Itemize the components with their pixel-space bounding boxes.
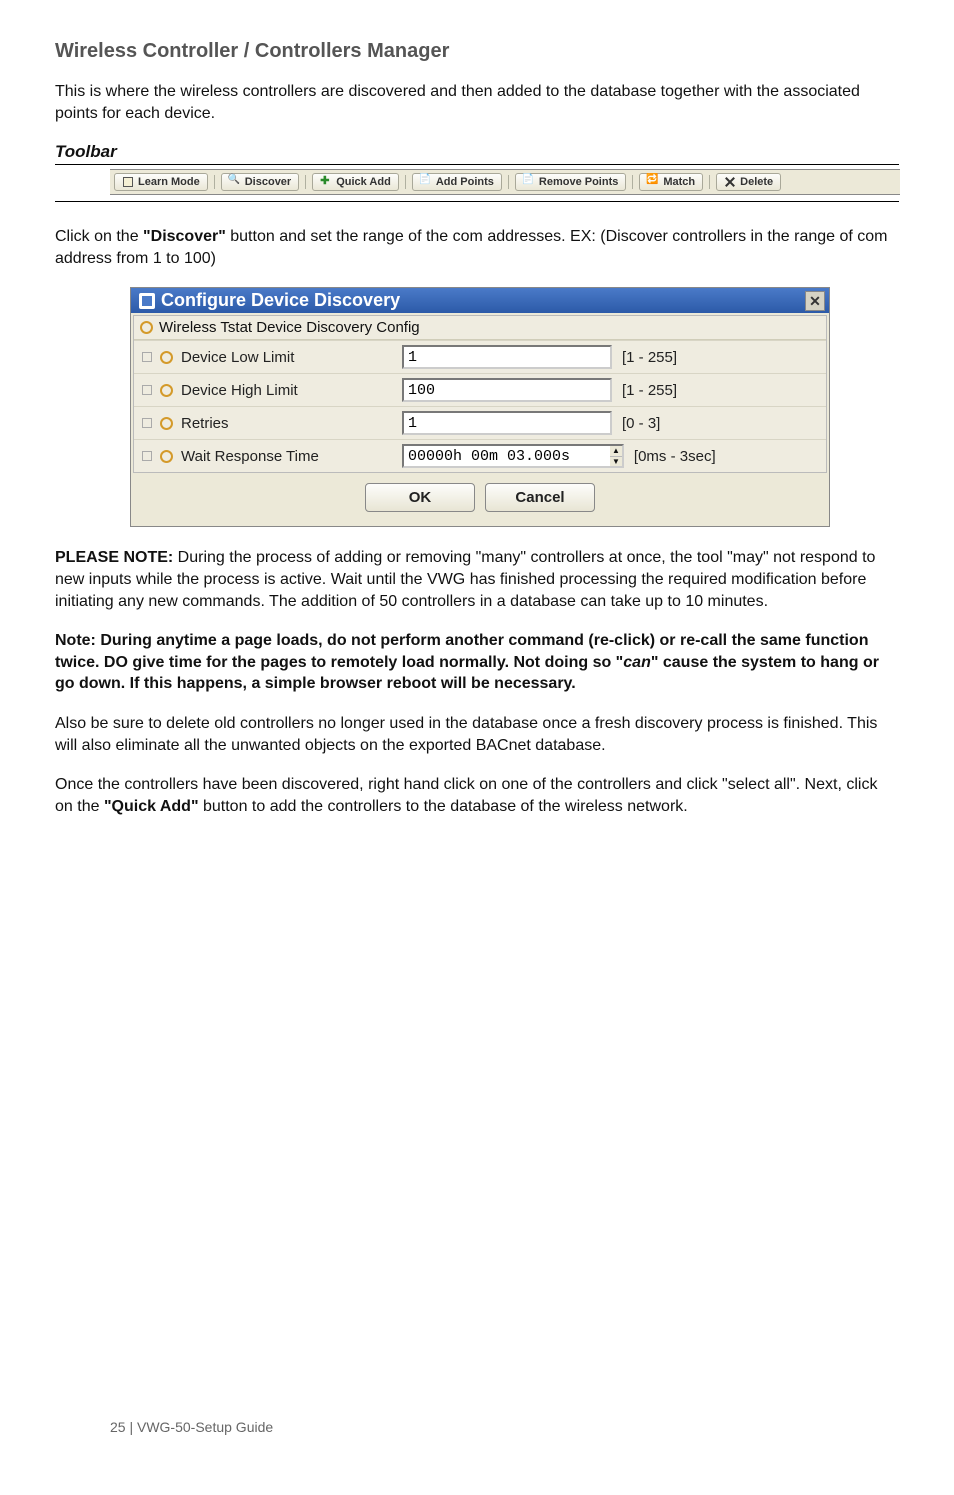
- device-high-limit-range: [1 - 255]: [622, 382, 677, 399]
- retries-row: Retries [0 - 3]: [134, 406, 826, 439]
- configure-device-discovery-dialog: Configure Device Discovery ✕ Wireless Ts…: [130, 287, 830, 527]
- row-marker-icon: [142, 451, 152, 461]
- learn-mode-label: Learn Mode: [138, 176, 200, 188]
- dialog-title: Configure Device Discovery: [161, 290, 400, 311]
- row-bullet-icon: [160, 351, 173, 364]
- dialog-close-button[interactable]: ✕: [805, 291, 825, 311]
- row-marker-icon: [142, 385, 152, 395]
- wait-response-time-input[interactable]: [402, 444, 612, 468]
- remove-points-button[interactable]: Remove Points: [515, 173, 626, 191]
- delete-button[interactable]: Delete: [716, 173, 781, 191]
- retries-range: [0 - 3]: [622, 415, 660, 432]
- spinner-up-icon[interactable]: ▲: [610, 446, 622, 457]
- add-points-icon: [420, 176, 432, 188]
- learn-mode-button[interactable]: Learn Mode: [114, 173, 208, 191]
- retries-input[interactable]: [402, 411, 612, 435]
- toolbar-bottom-divider: [55, 201, 899, 202]
- dialog-title-bar: Configure Device Discovery ✕: [131, 288, 829, 313]
- toolbar-heading: Toolbar: [55, 142, 899, 162]
- cancel-button[interactable]: Cancel: [485, 483, 595, 512]
- device-high-limit-row: Device High Limit [1 - 255]: [134, 373, 826, 406]
- row-marker-icon: [142, 418, 152, 428]
- match-icon: [647, 176, 659, 188]
- learn-mode-icon: [122, 176, 134, 188]
- add-points-button[interactable]: Add Points: [412, 173, 502, 191]
- once-paragraph: Once the controllers have been discovere…: [55, 774, 899, 817]
- toolbar-separator: [632, 175, 633, 189]
- row-bullet-icon: [160, 384, 173, 397]
- delete-icon: [724, 176, 736, 188]
- wait-response-time-row: Wait Response Time ▲ ▼ [0ms - 3sec]: [134, 439, 826, 472]
- discover-button[interactable]: Discover: [221, 173, 299, 191]
- toolbar-separator: [214, 175, 215, 189]
- quick-add-icon: [320, 176, 332, 188]
- toolbar: Learn Mode Discover Quick Add Add Points…: [110, 169, 900, 195]
- ok-button[interactable]: OK: [365, 483, 475, 512]
- dialog-app-icon: [139, 293, 155, 309]
- device-low-limit-label: Device Low Limit: [181, 349, 294, 366]
- add-points-label: Add Points: [436, 176, 494, 188]
- toolbar-separator: [305, 175, 306, 189]
- remove-points-icon: [523, 176, 535, 188]
- note-bold-paragraph: Note: During anytime a page loads, do no…: [55, 630, 899, 695]
- dialog-group-header: Wireless Tstat Device Discovery Config: [134, 316, 826, 340]
- discover-label: Discover: [245, 176, 291, 188]
- toolbar-divider: [55, 164, 899, 165]
- retries-label: Retries: [181, 415, 229, 432]
- wait-response-time-spinner[interactable]: ▲ ▼: [610, 444, 624, 468]
- row-bullet-icon: [160, 417, 173, 430]
- quick-add-label: Quick Add: [336, 176, 391, 188]
- delete-label: Delete: [740, 176, 773, 188]
- wait-response-time-range: [0ms - 3sec]: [634, 448, 716, 465]
- row-marker-icon: [142, 352, 152, 362]
- match-label: Match: [663, 176, 695, 188]
- device-high-limit-input[interactable]: [402, 378, 612, 402]
- device-high-limit-label: Device High Limit: [181, 382, 298, 399]
- also-paragraph: Also be sure to delete old controllers n…: [55, 713, 899, 756]
- group-bullet-icon: [140, 321, 153, 334]
- quick-add-button[interactable]: Quick Add: [312, 173, 399, 191]
- wait-response-time-label: Wait Response Time: [181, 448, 319, 465]
- row-bullet-icon: [160, 450, 173, 463]
- toolbar-separator: [709, 175, 710, 189]
- section-heading: Wireless Controller / Controllers Manage…: [55, 40, 899, 63]
- remove-points-label: Remove Points: [539, 176, 618, 188]
- device-low-limit-input[interactable]: [402, 345, 612, 369]
- device-low-limit-range: [1 - 255]: [622, 349, 677, 366]
- toolbar-separator: [508, 175, 509, 189]
- toolbar-separator: [405, 175, 406, 189]
- spinner-down-icon[interactable]: ▼: [610, 457, 622, 467]
- match-button[interactable]: Match: [639, 173, 703, 191]
- discover-icon: [229, 176, 241, 188]
- page-footer: 25 | VWG-50-Setup Guide: [110, 1419, 273, 1435]
- discover-paragraph: Click on the "Discover" button and set t…: [55, 226, 899, 269]
- device-low-limit-row: Device Low Limit [1 - 255]: [134, 340, 826, 373]
- intro-paragraph: This is where the wireless controllers a…: [55, 81, 899, 124]
- please-note-paragraph: PLEASE NOTE: During the process of addin…: [55, 547, 899, 612]
